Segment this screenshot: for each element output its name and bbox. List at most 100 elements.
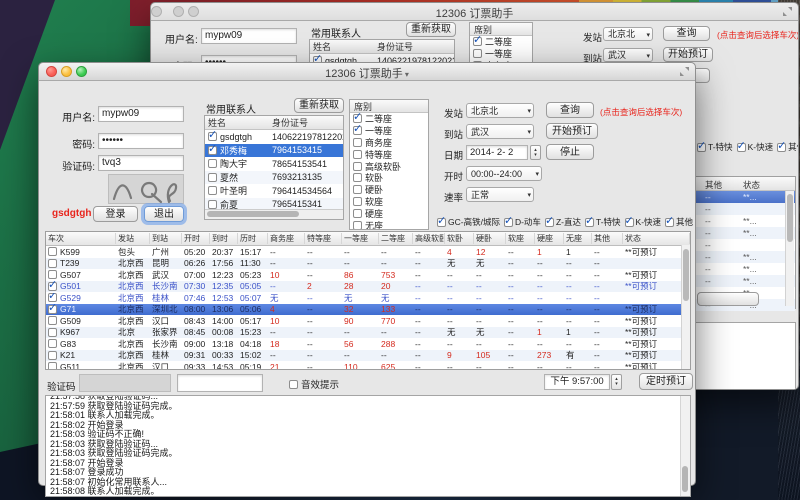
- train-row[interactable]: G511北京西汉口09:3314:5305:1921--110625------…: [46, 361, 690, 370]
- train-row[interactable]: K21北京西桂林09:3100:3315:02----------9105--2…: [46, 350, 690, 362]
- train-row[interactable]: K599包头广州05:2020:3715:17----------412--11…: [46, 246, 690, 258]
- column-header[interactable]: 特等座: [305, 233, 342, 244]
- checkbox[interactable]: [353, 221, 362, 230]
- schedule-time-field[interactable]: 下午 9:57:00: [544, 374, 610, 390]
- checkbox[interactable]: [208, 159, 217, 168]
- train-row[interactable]: G83北京西长沙南09:0013:1804:1818--56288-------…: [46, 338, 690, 350]
- date-stepper[interactable]: ▴▾: [530, 145, 541, 160]
- from-select[interactable]: 北京北▾: [603, 27, 653, 41]
- column-header[interactable]: 一等座: [342, 233, 379, 244]
- checkbox[interactable]: [353, 197, 362, 206]
- seat-class-item[interactable]: 无座: [350, 219, 428, 230]
- train-row[interactable]: G509北京西汉口08:4314:0005:1710--90770-------…: [46, 315, 690, 327]
- checkbox[interactable]: [504, 218, 513, 227]
- checkbox[interactable]: [208, 200, 217, 209]
- train-type-checkbox[interactable]: GC-高铁/城际: [437, 216, 500, 228]
- schedule-time-stepper[interactable]: ▴▾: [611, 374, 622, 390]
- checkbox[interactable]: [353, 150, 362, 159]
- front-window-titlebar[interactable]: 12306 订票助手▾: [39, 63, 695, 81]
- captcha-input[interactable]: tvq3: [98, 155, 184, 171]
- column-header[interactable]: 车次: [46, 233, 116, 244]
- seat-class-item[interactable]: 商务座: [350, 137, 428, 149]
- scrollbar-thumb[interactable]: [683, 249, 689, 301]
- contact-row[interactable]: 叶圣明 796414534564: [205, 184, 343, 198]
- checkbox[interactable]: [48, 247, 57, 256]
- checkbox[interactable]: [48, 270, 57, 279]
- train-row[interactable]: G71北京西深圳北08:0013:0605:064--32133--------…: [46, 304, 690, 316]
- checkbox[interactable]: [353, 138, 362, 147]
- train-type-checkbox[interactable]: T-特快: [585, 216, 621, 228]
- seat-class-item[interactable]: 高级软卧: [350, 160, 428, 172]
- depart-time-select[interactable]: 00:00--24:00▾: [466, 166, 542, 181]
- column-header[interactable]: 历时: [238, 233, 268, 244]
- train-row[interactable]: G501北京西长沙南07:3012:3505:05--22820--------…: [46, 281, 690, 293]
- checkbox[interactable]: [48, 316, 57, 325]
- checkbox[interactable]: [473, 37, 482, 46]
- column-header[interactable]: 发站: [116, 233, 150, 244]
- checkbox[interactable]: [353, 185, 362, 194]
- checkbox[interactable]: [48, 305, 57, 314]
- seat-class-item[interactable]: 一等座: [470, 48, 532, 60]
- scrollbar-thumb[interactable]: [787, 194, 793, 242]
- refresh-contacts-button[interactable]: 重新获取: [294, 98, 344, 113]
- refresh-contacts-button[interactable]: 重新获取: [406, 22, 456, 37]
- log-area[interactable]: 21:57:58 获取登陆验证码...21:57:59 获取登陆验证码完成。21…: [45, 395, 691, 497]
- seat-class-item[interactable]: 一等座: [350, 125, 428, 137]
- start-booking-button[interactable]: 开始预订: [546, 123, 598, 139]
- login-button[interactable]: 登录: [93, 206, 138, 222]
- username-input[interactable]: mypw09: [98, 106, 184, 122]
- seat-class-item[interactable]: 硬座: [350, 207, 428, 219]
- rate-select[interactable]: 正常▾: [466, 187, 534, 202]
- checkbox[interactable]: [289, 380, 298, 389]
- password-input[interactable]: ••••••: [98, 133, 184, 149]
- train-type-checkbox[interactable]: K-快速: [625, 216, 662, 228]
- contact-row[interactable]: 陶大宇 78654153541: [205, 157, 343, 171]
- captcha-entry[interactable]: [177, 374, 263, 392]
- column-header[interactable]: 到站: [150, 233, 182, 244]
- checkbox[interactable]: [48, 282, 57, 291]
- logout-button[interactable]: 退出: [144, 206, 184, 222]
- from-select[interactable]: 北京北▾: [466, 103, 534, 118]
- to-select[interactable]: 武汉▾: [603, 48, 653, 62]
- checkbox[interactable]: [777, 143, 786, 152]
- date-field[interactable]: 2014- 2- 2: [466, 145, 528, 160]
- checkbox[interactable]: [697, 143, 706, 152]
- checkbox[interactable]: [48, 293, 57, 302]
- scrollbar-thumb[interactable]: [682, 466, 688, 492]
- checkbox[interactable]: [625, 218, 634, 227]
- train-type-checkbox[interactable]: T-特快: [697, 141, 733, 153]
- seat-class-item[interactable]: 特等座: [350, 148, 428, 160]
- scrollbar[interactable]: [785, 191, 794, 306]
- start-booking-button[interactable]: 开始预订: [663, 47, 713, 62]
- contact-row[interactable]: 夏然 7693213135: [205, 171, 343, 185]
- column-header[interactable]: 无座: [564, 233, 592, 244]
- checkbox[interactable]: [48, 259, 57, 268]
- checkbox[interactable]: [48, 362, 57, 370]
- checkbox[interactable]: [665, 218, 674, 227]
- checkbox[interactable]: [353, 173, 362, 182]
- column-header[interactable]: 软座: [506, 233, 535, 244]
- seat-class-list[interactable]: 席别 二等座一等座商务座特等座高级软卧软卧硬卧软座硬座无座: [349, 99, 429, 230]
- checkbox[interactable]: [545, 218, 554, 227]
- scrollbar[interactable]: [680, 396, 690, 496]
- column-header[interactable]: 开时: [182, 233, 210, 244]
- horizontal-scrollbar[interactable]: [205, 209, 343, 219]
- checkbox[interactable]: [437, 218, 446, 227]
- train-row[interactable]: G529北京西桂林07:4612:5305:07无--无无-----------…: [46, 292, 690, 304]
- train-row[interactable]: G507北京西武汉07:0012:2305:2310--86753-------…: [46, 269, 690, 281]
- column-header[interactable]: 二等座: [379, 233, 413, 244]
- seat-class-item[interactable]: 二等座: [470, 36, 532, 48]
- train-row[interactable]: T239北京西昆明06:2617:5611:30----------无无----…: [46, 258, 690, 270]
- column-header[interactable]: 硬卧: [474, 233, 506, 244]
- column-header[interactable]: 其他: [592, 233, 623, 244]
- back-window-titlebar[interactable]: 12306 订票助手: [151, 3, 798, 21]
- train-type-checkbox[interactable]: Z-直达: [545, 216, 581, 228]
- column-header[interactable]: 商务座: [268, 233, 305, 244]
- checkbox[interactable]: [208, 146, 217, 155]
- train-table[interactable]: 车次发站到站开时到时历时商务座特等座一等座二等座高级软卧软卧硬卧软座硬座无座其他…: [45, 231, 691, 370]
- train-row[interactable]: K967北京张家界08:4500:0815:23----------无无--11…: [46, 327, 690, 339]
- checkbox[interactable]: [48, 339, 57, 348]
- checkbox[interactable]: [737, 143, 746, 152]
- column-header[interactable]: 状态: [623, 233, 690, 244]
- checkbox[interactable]: [473, 49, 482, 58]
